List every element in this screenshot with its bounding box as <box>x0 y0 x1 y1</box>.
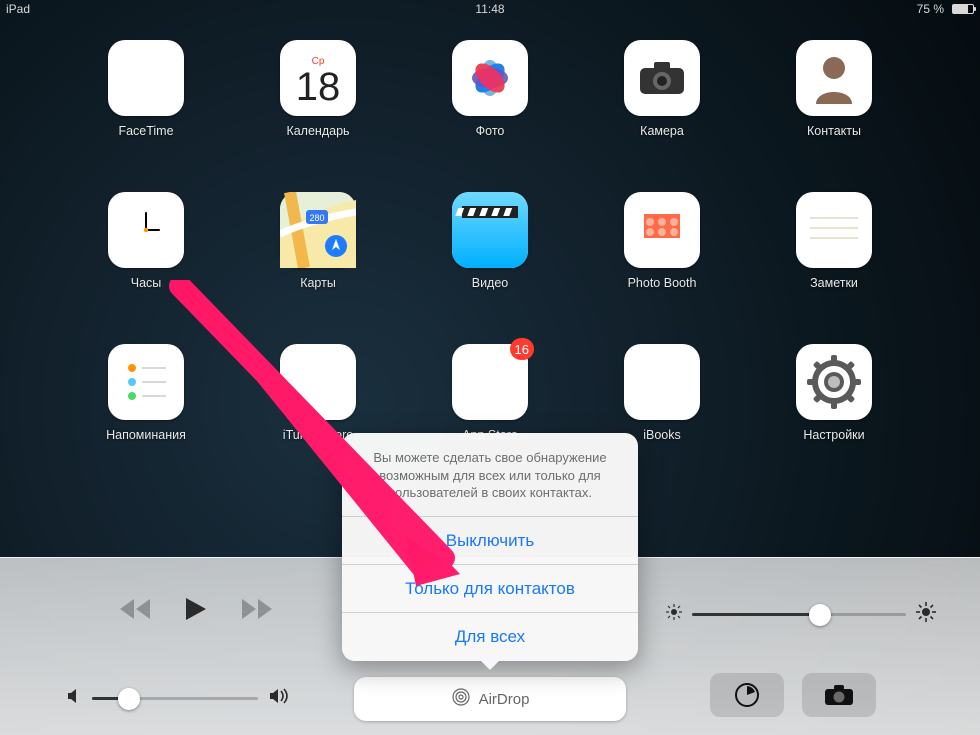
notes-icon <box>796 192 872 268</box>
app-camera[interactable]: Камера <box>576 40 748 138</box>
app-ibooks[interactable]: iBooks <box>576 344 748 442</box>
videos-icon <box>452 192 528 268</box>
airdrop-popover: Вы можете сделать свое обнаружение возмо… <box>342 433 638 661</box>
airdrop-label: AirDrop <box>479 691 530 708</box>
device-label: iPad <box>6 2 30 16</box>
airdrop-option-off[interactable]: Выключить <box>342 517 638 565</box>
app-label: Видео <box>472 276 509 290</box>
app-label: Настройки <box>803 428 864 442</box>
volume-high-icon <box>268 688 290 709</box>
appstore-icon: 16 <box>452 344 528 420</box>
app-label: Фото <box>476 124 505 138</box>
battery-icon <box>952 4 974 14</box>
photobooth-icon <box>624 192 700 268</box>
app-calendar[interactable]: Ср 18 Календарь <box>232 40 404 138</box>
popover-text: Вы можете сделать свое обнаружение возмо… <box>342 433 638 517</box>
app-label: Контакты <box>807 124 861 138</box>
app-contacts[interactable]: Контакты <box>748 40 920 138</box>
timer-button[interactable] <box>710 673 784 717</box>
app-videos[interactable]: Видео <box>404 192 576 290</box>
app-itunes[interactable]: iTunes Store <box>232 344 404 442</box>
prev-track-button[interactable] <box>120 599 150 624</box>
svg-text:280: 280 <box>309 213 324 223</box>
app-notes[interactable]: Заметки <box>748 192 920 290</box>
app-photobooth[interactable]: Photo Booth <box>576 192 748 290</box>
photos-icon <box>452 40 528 116</box>
next-track-button[interactable] <box>242 599 272 624</box>
contacts-icon <box>796 40 872 116</box>
app-label: Photo Booth <box>628 276 697 290</box>
calendar-icon: Ср 18 <box>280 40 356 116</box>
airdrop-option-everyone[interactable]: Для всех <box>342 613 638 661</box>
app-appstore[interactable]: 16 App Store <box>404 344 576 442</box>
app-label: iBooks <box>643 428 681 442</box>
app-label: Часы <box>131 276 162 290</box>
badge: 16 <box>510 338 534 360</box>
airdrop-option-contacts[interactable]: Только для контактов <box>342 565 638 613</box>
play-button[interactable] <box>186 598 206 625</box>
facetime-icon <box>108 40 184 116</box>
app-label: Камера <box>640 124 684 138</box>
brightness-slider[interactable] <box>666 602 936 627</box>
airdrop-button[interactable]: AirDrop <box>354 677 626 721</box>
camera-icon <box>624 40 700 116</box>
app-label: Карты <box>300 276 336 290</box>
airdrop-icon <box>451 687 471 711</box>
brightness-low-icon <box>666 604 682 625</box>
app-reminders[interactable]: Напоминания <box>60 344 232 442</box>
volume-slider[interactable] <box>66 688 290 709</box>
app-label: FaceTime <box>118 124 173 138</box>
settings-icon <box>796 344 872 420</box>
app-facetime[interactable]: FaceTime <box>60 40 232 138</box>
itunes-icon <box>280 344 356 420</box>
app-photos[interactable]: Фото <box>404 40 576 138</box>
camera-button[interactable] <box>802 673 876 717</box>
ibooks-icon <box>624 344 700 420</box>
app-clock[interactable]: Часы <box>60 192 232 290</box>
maps-icon: 280 <box>280 192 356 268</box>
app-label: Календарь <box>286 124 349 138</box>
clock-icon <box>108 192 184 268</box>
clock-time: 11:48 <box>475 2 504 16</box>
app-settings[interactable]: Настройки <box>748 344 920 442</box>
reminders-icon <box>108 344 184 420</box>
battery-status: 75 % <box>917 2 974 16</box>
volume-low-icon <box>66 688 82 709</box>
app-maps[interactable]: 280 Карты <box>232 192 404 290</box>
brightness-high-icon <box>916 602 936 627</box>
app-label: Заметки <box>810 276 858 290</box>
app-label: Напоминания <box>106 428 186 442</box>
